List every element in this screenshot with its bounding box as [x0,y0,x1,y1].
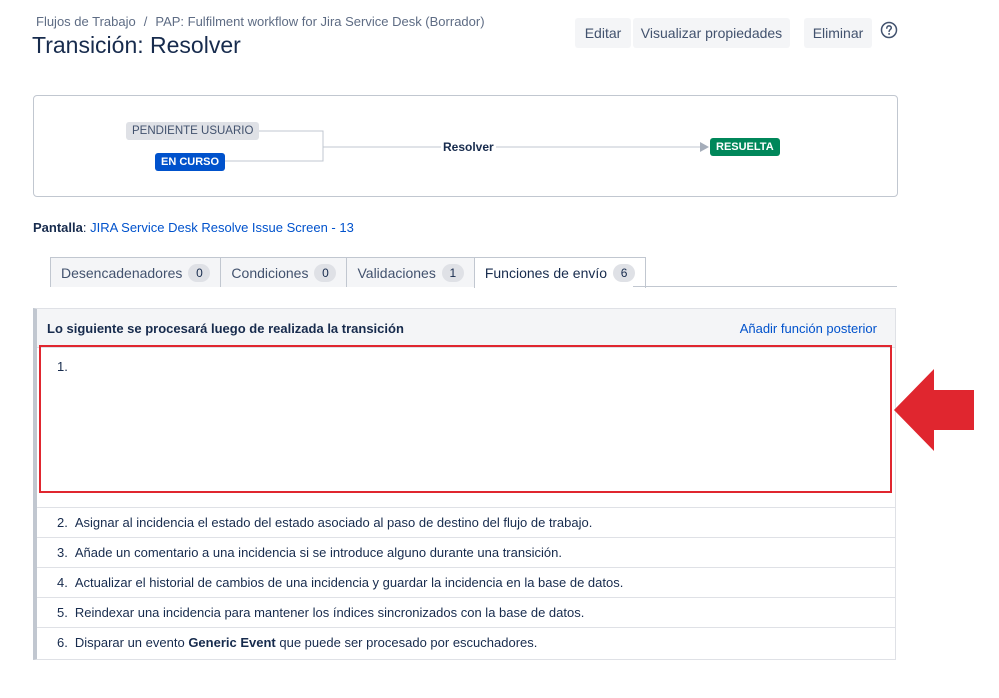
post-function-list: 2. Asignar al incidencia el estado del e… [37,507,895,657]
status-en-curso: EN CURSO [155,153,226,171]
red-arrow-icon [894,369,974,451]
tab-label: Desencadenadores [61,264,183,281]
workflow-diagram: PENDIENTE USUARIO EN CURSO Resolver RESU… [33,95,898,197]
item-text: Asignar al incidencia el estado del esta… [74,515,593,530]
list-item: 2. Asignar al incidencia el estado del e… [37,507,895,537]
tab-count-badge: 0 [188,263,211,282]
breadcrumb-separator: / [143,14,148,29]
question-circle-icon[interactable] [880,21,898,39]
tab-count-badge: 6 [613,264,636,282]
tab-label: Validaciones [357,264,436,281]
tab-conditions[interactable]: Condiciones 0 [220,257,348,287]
status-pendiente-usuario: PENDIENTE USUARIO [126,122,260,140]
item-number: 4. [57,575,68,590]
item-text: Actualizar el historial de cambios de un… [74,575,624,590]
item-number: 3. [57,545,68,560]
screen-link[interactable]: JIRA Service Desk Resolve Issue Screen -… [90,220,354,235]
highlight-box [39,345,892,493]
add-post-function-link[interactable]: Añadir función posterior [740,321,877,336]
item-text-after: que puede ser procesado por escuchadores… [279,635,538,650]
item-text-before: Disparar un evento [74,635,185,650]
tab-triggers[interactable]: Desencadenadores 0 [50,257,222,287]
screen-label: Pantalla [33,220,83,235]
breadcrumb-workflow-name[interactable]: PAP: Fulfilment workflow for Jira Servic… [155,14,484,29]
item-number: 6. [57,635,68,650]
tab-label: Funciones de envío [484,265,608,281]
view-properties-button[interactable]: Visualizar propiedades [633,18,790,48]
item-text: Reindexar una incidencia para mantener l… [74,605,585,620]
tab-bar: Desencadenadores 0 Condiciones 0 Validac… [50,257,647,288]
panel-header: Lo siguiente se procesará luego de reali… [37,309,895,348]
status-resuelta: RESUELTA [710,138,780,156]
tab-count-badge: 1 [441,263,464,282]
list-item: 6. Disparar un evento Generic Event que … [37,627,895,657]
event-name: Generic Event [188,635,276,650]
tabs-divider [633,286,897,287]
edit-button[interactable]: Editar [575,18,631,48]
screen-info: Pantalla: JIRA Service Desk Resolve Issu… [33,220,354,235]
list-item: 5. Reindexar una incidencia para mantene… [37,597,895,627]
tab-validators[interactable]: Validaciones 1 [346,257,475,287]
item-number: 5. [57,605,68,620]
delete-button[interactable]: Eliminar [804,18,872,48]
page-title: Transición: Resolver [32,32,241,58]
tab-label: Condiciones [231,264,309,281]
tab-count-badge: 0 [314,263,337,282]
breadcrumb: Flujos de Trabajo / PAP: Fulfilment workfl… [36,14,485,29]
panel-title: Lo siguiente se procesará luego de reali… [47,321,404,336]
tab-post-functions[interactable]: Funciones de envío 6 [473,257,647,288]
list-item: 4. Actualizar el historial de cambios de… [37,567,895,597]
item-number: 2. [57,515,68,530]
breadcrumb-workflows[interactable]: Flujos de Trabajo [36,14,136,29]
list-item: 3. Añade un comentario a una incidencia … [37,537,895,567]
transition-label: Resolver [441,140,496,154]
item-text: Añade un comentario a una incidencia si … [74,545,562,560]
